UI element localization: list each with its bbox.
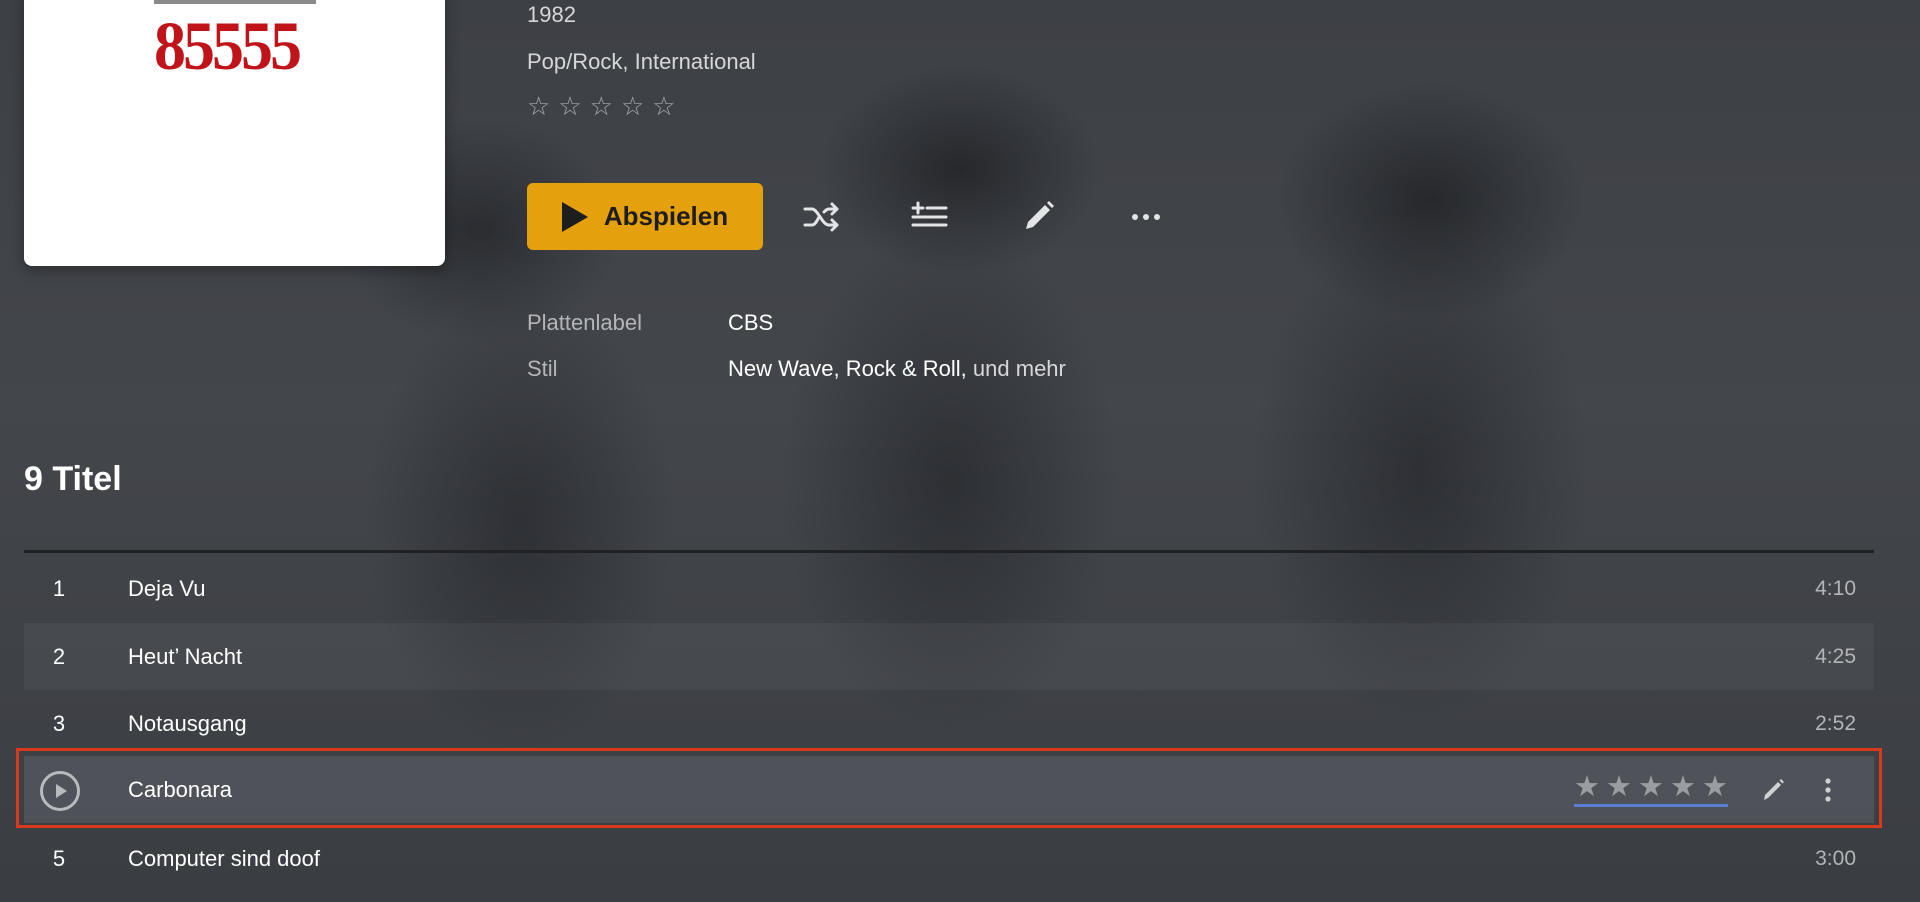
track-duration: 3:00 xyxy=(1815,846,1856,870)
track-more-button[interactable] xyxy=(1818,775,1838,805)
add-to-queue-button[interactable] xyxy=(908,196,952,238)
track-title[interactable]: Carbonara xyxy=(128,777,232,803)
track-row[interactable]: 5 Computer sind doof 3:00 xyxy=(24,825,1874,892)
album-year: 1982 xyxy=(527,2,576,27)
shuffle-button[interactable] xyxy=(800,196,844,238)
add-to-queue-icon xyxy=(911,201,948,227)
star-icon[interactable]: ★ xyxy=(1670,772,1696,802)
play-button[interactable]: Abspielen xyxy=(527,183,763,250)
track-number: 5 xyxy=(52,845,66,871)
track-title[interactable]: Notausgang xyxy=(128,711,247,737)
track-rating[interactable]: ★ ★ ★ ★ ★ xyxy=(1574,772,1728,807)
album-cover[interactable]: 85555 xyxy=(24,0,445,266)
star-icon[interactable]: ★ xyxy=(1702,772,1728,802)
track-row-hovered[interactable]: Carbonara ★ ★ ★ ★ ★ xyxy=(24,756,1874,823)
more-vertical-icon xyxy=(1825,778,1831,802)
pencil-icon xyxy=(1026,201,1054,229)
star-icon[interactable]: ☆ xyxy=(527,93,550,119)
track-title[interactable]: Deja Vu xyxy=(128,576,205,602)
star-icon[interactable]: ☆ xyxy=(621,93,644,119)
tracks-heading: 9 Titel xyxy=(24,460,122,498)
pencil-icon xyxy=(1764,779,1784,800)
record-label-key: Plattenlabel xyxy=(527,310,642,335)
track-row[interactable]: 3 Notausgang 2:52 xyxy=(24,690,1874,757)
track-number: 3 xyxy=(52,710,66,736)
track-duration: 4:10 xyxy=(1815,576,1856,600)
star-icon[interactable]: ☆ xyxy=(652,93,675,119)
play-track-button[interactable] xyxy=(40,771,80,811)
star-icon[interactable]: ★ xyxy=(1574,772,1600,802)
cover-rule xyxy=(154,0,316,4)
track-title[interactable]: Computer sind doof xyxy=(128,846,320,872)
star-icon[interactable]: ☆ xyxy=(558,93,581,119)
tracks-divider xyxy=(24,550,1874,553)
star-icon[interactable]: ☆ xyxy=(590,93,613,119)
track-row[interactable]: 2 Heut’ Nacht 4:25 xyxy=(24,623,1874,690)
play-button-label: Abspielen xyxy=(603,201,729,231)
track-row[interactable]: 1 Deja Vu 4:10 xyxy=(24,555,1874,622)
style-list[interactable]: New Wave, Rock & Roll, xyxy=(728,356,967,381)
track-number: 2 xyxy=(52,643,66,669)
more-horizontal-icon xyxy=(1132,214,1160,220)
track-title[interactable]: Heut’ Nacht xyxy=(128,644,242,670)
track-duration: 2:52 xyxy=(1815,711,1856,735)
star-icon[interactable]: ★ xyxy=(1606,772,1632,802)
star-icon[interactable]: ★ xyxy=(1638,772,1664,802)
track-number: 1 xyxy=(52,575,66,601)
shuffle-icon xyxy=(803,202,839,232)
play-icon xyxy=(561,201,588,232)
album-rating[interactable]: ☆ ☆ ☆ ☆ ☆ xyxy=(527,93,676,119)
album-genre[interactable]: Pop/Rock, International xyxy=(527,49,756,75)
play-icon xyxy=(56,784,67,798)
record-label-value[interactable]: CBS xyxy=(728,310,773,336)
style-value[interactable]: New Wave, Rock & Roll, und mehr xyxy=(728,356,1066,382)
style-key: Stil xyxy=(527,356,558,381)
style-more-link[interactable]: und mehr xyxy=(967,356,1066,381)
edit-button[interactable] xyxy=(1016,196,1060,238)
track-edit-button[interactable] xyxy=(1758,775,1788,805)
cover-text: 85555 xyxy=(154,7,302,85)
more-button[interactable] xyxy=(1124,196,1168,238)
track-duration: 4:25 xyxy=(1815,644,1856,668)
